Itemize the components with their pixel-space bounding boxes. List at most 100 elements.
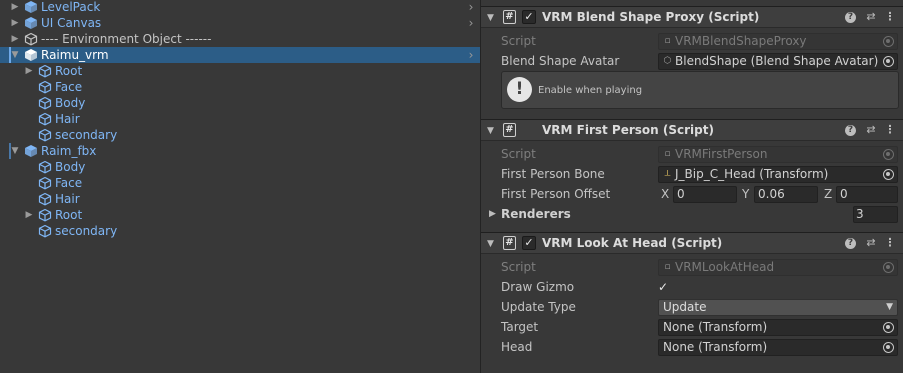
context-menu-icon[interactable]: ⋮ — [883, 236, 897, 250]
x-label[interactable]: X — [661, 186, 669, 203]
field-script: Script ▫ VRMLookAtHead — [481, 257, 903, 277]
blend-shape-avatar-field[interactable]: ⬡ BlendShape (Blend Shape Avatar) — [658, 53, 898, 70]
hierarchy-row[interactable]: secondary — [0, 223, 480, 239]
first-person-bone-field[interactable]: ⟂ J_Bip_C_Head (Transform) — [658, 166, 898, 183]
open-prefab-chevron-icon[interactable]: › — [466, 15, 476, 31]
prefab-cube-icon — [38, 160, 52, 174]
object-picker-icon — [883, 36, 894, 47]
open-prefab-chevron-icon[interactable]: › — [466, 47, 476, 63]
script-icon: # — [503, 123, 516, 137]
hierarchy-item-label: secondary — [55, 224, 118, 238]
draw-gizmo-checkbox[interactable]: ✓ — [658, 280, 672, 294]
hierarchy-row[interactable]: ▶ LevelPack › — [0, 0, 480, 15]
open-prefab-chevron-icon[interactable]: › — [466, 0, 476, 15]
gameobject-cube-icon — [24, 32, 38, 46]
script-object-field: ▫ VRMBlendShapeProxy — [658, 33, 898, 50]
field-draw-gizmo: Draw Gizmo ✓ — [481, 277, 903, 297]
hierarchy-row[interactable]: ▶ Root — [0, 207, 480, 223]
preset-icon[interactable]: ⇄ — [864, 123, 878, 137]
hierarchy-item-label: secondary — [55, 128, 118, 142]
expand-arrow-down-icon[interactable]: ▼ — [10, 143, 20, 159]
script-object-field: ▫ VRMFirstPerson — [658, 146, 898, 163]
offset-x-input[interactable]: 0 — [673, 186, 737, 203]
prefab-cube-icon — [25, 145, 37, 157]
object-field-value: None (Transform) — [663, 320, 768, 334]
hierarchy-row[interactable]: Hair — [0, 191, 480, 207]
hierarchy-item-label: Raimu_vrm — [41, 48, 109, 62]
renderers-count-input[interactable]: 3 — [853, 206, 898, 223]
expand-arrow-down-icon[interactable]: ▼ — [10, 47, 20, 63]
component-enabled-checkbox[interactable]: ✓ — [522, 236, 536, 250]
foldout-arrow-icon[interactable]: ▼ — [487, 10, 497, 26]
offset-z-input[interactable]: 0 — [836, 186, 898, 203]
field-script: Script ▫ VRMBlendShapeProxy — [481, 31, 903, 51]
context-menu-icon[interactable]: ⋮ — [883, 123, 897, 137]
hierarchy-item-label: Hair — [55, 112, 80, 126]
foldout-arrow-icon[interactable]: ▼ — [487, 236, 497, 252]
preset-icon[interactable]: ⇄ — [864, 236, 878, 250]
hierarchy-row[interactable]: ▼ Raim_fbx — [0, 143, 480, 159]
script-file-icon: ▫ — [664, 262, 671, 272]
object-picker-icon[interactable] — [883, 56, 894, 67]
blend-shape-asset-icon: ⬡ — [663, 56, 672, 66]
component-header-first-person[interactable]: ▼ # VRM First Person (Script) ? ⇄ ⋮ — [481, 119, 903, 141]
hierarchy-item-label: Body — [55, 96, 86, 110]
expand-arrow-right-icon[interactable]: ▶ — [24, 63, 34, 79]
help-icon[interactable]: ? — [845, 12, 856, 23]
script-file-icon: ▫ — [664, 149, 671, 159]
hierarchy-row[interactable]: Hair — [0, 111, 480, 127]
update-type-dropdown[interactable]: Update ▼ — [658, 299, 898, 316]
target-field[interactable]: None (Transform) — [658, 319, 898, 336]
expand-arrow-right-icon[interactable]: ▶ — [10, 31, 20, 47]
y-label[interactable]: Y — [742, 186, 749, 203]
object-picker-icon[interactable] — [883, 169, 894, 180]
prefab-cube-icon — [38, 112, 52, 126]
object-field-value: None (Transform) — [663, 340, 768, 354]
help-icon[interactable]: ? — [845, 238, 856, 249]
object-picker-icon[interactable] — [883, 322, 894, 333]
expand-arrow-right-icon[interactable]: ▶ — [24, 207, 34, 223]
field-label: Draw Gizmo — [501, 280, 575, 294]
prefab-cube-icon — [38, 64, 52, 78]
field-label: First Person Offset — [501, 187, 611, 201]
hierarchy-row[interactable]: ▶ Root — [0, 63, 480, 79]
object-picker-icon[interactable] — [883, 342, 894, 353]
hierarchy-row[interactable]: ▶ UI Canvas › — [0, 15, 480, 31]
hierarchy-row[interactable]: Face — [0, 79, 480, 95]
component-header-look-at-head[interactable]: ▼ # ✓ VRM Look At Head (Script) ? ⇄ ⋮ — [481, 232, 903, 254]
script-icon: # — [503, 236, 516, 250]
context-menu-icon[interactable]: ⋮ — [883, 10, 897, 24]
hierarchy-item-label: Root — [55, 64, 83, 78]
component-header-blend-shape-proxy[interactable]: ▼ # ✓ VRM Blend Shape Proxy (Script) ? ⇄… — [481, 6, 903, 28]
field-label: Script — [501, 34, 536, 48]
hierarchy-row[interactable]: Body — [0, 159, 480, 175]
foldout-arrow-icon[interactable]: ▶ — [489, 204, 496, 224]
hierarchy-row[interactable]: Body — [0, 95, 480, 111]
hierarchy-row[interactable]: ▶ ---- Environment Object ------ — [0, 31, 480, 47]
component-title: VRM Look At Head (Script) — [542, 236, 723, 250]
preset-icon[interactable]: ⇄ — [864, 10, 878, 24]
z-label[interactable]: Z — [824, 186, 832, 203]
component-enabled-checkbox[interactable]: ✓ — [522, 10, 536, 24]
field-first-person-offset: First Person Offset X 0 Y 0.06 Z 0 — [481, 184, 903, 204]
expand-arrow-right-icon[interactable]: ▶ — [10, 15, 20, 31]
prefab-cube-icon — [25, 49, 37, 61]
hierarchy-item-label: UI Canvas — [41, 16, 102, 30]
hierarchy-row[interactable]: Face — [0, 175, 480, 191]
info-helpbox: ! Enable when playing — [501, 71, 899, 109]
foldout-arrow-icon[interactable]: ▼ — [487, 123, 497, 139]
hierarchy-row[interactable]: secondary — [0, 127, 480, 143]
component-title: VRM Blend Shape Proxy (Script) — [542, 10, 760, 24]
expand-arrow-right-icon[interactable]: ▶ — [10, 0, 20, 15]
head-field[interactable]: None (Transform) — [658, 339, 898, 356]
field-label: Update Type — [501, 300, 576, 314]
help-icon[interactable]: ? — [845, 125, 856, 136]
hierarchy-row[interactable]: ▼ Raimu_vrm › — [0, 47, 480, 63]
field-renderers[interactable]: ▶ Renderers 3 — [481, 204, 903, 224]
offset-y-input[interactable]: 0.06 — [754, 186, 818, 203]
field-target: Target None (Transform) — [481, 317, 903, 337]
prefab-cube-icon — [38, 80, 52, 94]
field-label: Script — [501, 147, 536, 161]
script-file-icon: ▫ — [664, 36, 671, 46]
prefab-cube-icon — [38, 96, 52, 110]
